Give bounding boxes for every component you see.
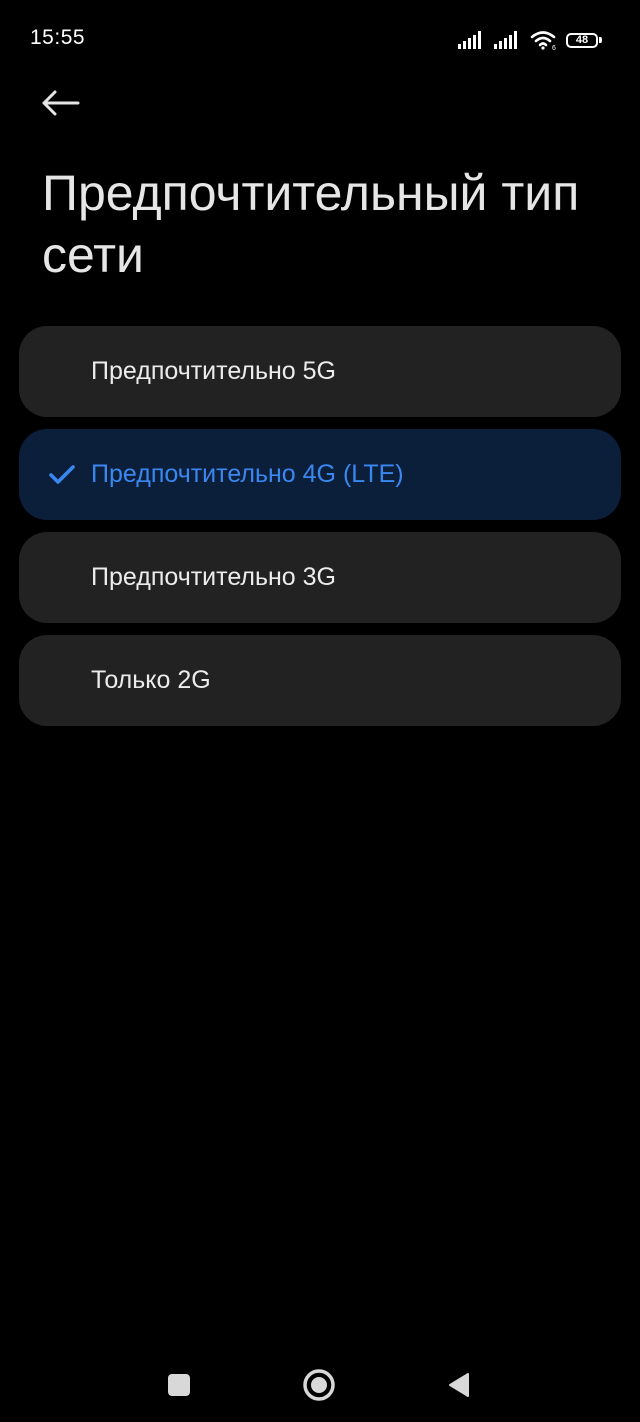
- back-button[interactable]: [40, 82, 90, 124]
- option-3g-preferred[interactable]: Предпочтительно 3G: [19, 532, 621, 623]
- system-back-button[interactable]: [434, 1360, 484, 1410]
- recents-square-icon: [168, 1374, 190, 1396]
- option-label: Предпочтительно 4G (LTE): [91, 460, 404, 488]
- check-icon: [47, 460, 77, 490]
- recents-button[interactable]: [154, 1360, 204, 1410]
- page-title: Предпочтительный тип сети: [42, 165, 580, 283]
- battery-icon: 48: [566, 32, 604, 49]
- option-label: Предпочтительно 3G: [91, 563, 337, 591]
- navigation-bar: [0, 1350, 640, 1422]
- signal-icon: [494, 31, 517, 49]
- option-2g-only[interactable]: Только 2G: [19, 635, 621, 726]
- network-type-options: Предпочтительно 5G Предпочтительно 4G (L…: [19, 326, 621, 726]
- status-bar: 15:55 6 48: [0, 0, 640, 80]
- battery-level: 48: [566, 32, 598, 48]
- option-label: Предпочтительно 5G: [91, 357, 337, 385]
- home-button[interactable]: [294, 1360, 344, 1410]
- svg-text:6: 6: [552, 45, 556, 50]
- status-icons: 6 48: [458, 29, 604, 51]
- option-label: Только 2G: [91, 666, 211, 694]
- option-5g-preferred[interactable]: Предпочтительно 5G: [19, 326, 621, 417]
- arrow-left-icon: [42, 90, 80, 116]
- back-triangle-icon: [449, 1373, 469, 1397]
- home-circle-icon: [303, 1369, 335, 1401]
- option-4g-preferred[interactable]: Предпочтительно 4G (LTE): [19, 429, 621, 520]
- wifi-icon: 6: [530, 31, 556, 50]
- signal-icon: [458, 31, 481, 49]
- status-time: 15:55: [30, 26, 86, 49]
